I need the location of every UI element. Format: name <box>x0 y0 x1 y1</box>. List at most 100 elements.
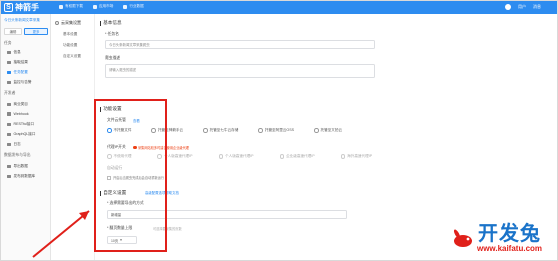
radio-circle <box>203 128 208 133</box>
topnav-item-market[interactable]: 应用市场 <box>92 4 113 9</box>
storage-radio-group: 不托管文件 托管至神箭手云 托管至七牛云存储 托管至阿里云OSS 托管至又拍云 <box>107 128 342 133</box>
radio-no-proxy[interactable]: 不使用代理 <box>107 154 131 159</box>
sidebar-item-label: 信息 <box>13 50 21 54</box>
radio-label: 托管至七牛云存储 <box>209 128 239 132</box>
top-navbar: S 神箭手 有权限下载 应用市场 行业数据 用户 消息 <box>1 1 557 14</box>
export-mode-label: * 选择需要导出的方式 <box>107 201 144 205</box>
sidebar-item-webhook[interactable]: Webhook <box>7 112 29 116</box>
radio-personal-proxy-a[interactable]: 个人版高速代理IP <box>157 154 193 159</box>
chevron-down-icon: ▾ <box>120 238 122 242</box>
config-icon <box>7 70 11 75</box>
sidebar-item-restful[interactable]: RESTful接口 <box>7 122 34 127</box>
sidebar-item-info[interactable]: 信息 <box>7 50 21 55</box>
sidebar-item-label: RESTful接口 <box>13 122 35 126</box>
message-link[interactable]: 消息 <box>533 4 541 10</box>
topnav-item-data[interactable]: 行业数据 <box>123 4 144 9</box>
section-title-basic: 基本信息 <box>100 20 122 26</box>
info-icon <box>7 50 11 55</box>
radio-circle <box>157 154 162 159</box>
auto-run-label: 自动运行 <box>107 166 123 170</box>
sidebar-group-task: 任务 <box>4 41 12 45</box>
auto-run-text: 开启后当爬虫完成后会自动重新运行 <box>113 176 164 180</box>
sidebar-item-config[interactable]: 任务配置 <box>7 70 28 75</box>
logo[interactable]: S 神箭手 <box>4 2 48 13</box>
section-title-text: 自定义设置 <box>103 190 127 195</box>
subnav-title: 云采集设置 <box>61 20 81 25</box>
section-title-function: 功能设置 <box>100 106 122 112</box>
radio-label: 海外高速代理IP <box>347 154 373 158</box>
radio-label: 不使用代理 <box>113 154 132 158</box>
radio-host-aliyun[interactable]: 托管至阿里云OSS <box>258 128 294 133</box>
radio-overseas-proxy[interactable]: 海外高速代理IP <box>340 154 373 159</box>
subnav-item-function[interactable]: 功能设置 <box>63 43 77 48</box>
description-label: 爬虫描述 <box>105 56 121 60</box>
proxy-warning-text: 采集网站较多时建议使用企业级代理 <box>138 146 189 150</box>
watermark-cn: 开发兔 <box>478 222 541 245</box>
section-bar <box>100 190 102 196</box>
market-icon <box>92 4 97 9</box>
section-bar <box>100 20 102 26</box>
top-nav-links: 有权限下载 应用市场 行业数据 <box>59 4 144 9</box>
sidebar-item-database[interactable]: 发布到数据库 <box>7 174 35 179</box>
subnav-item-basic[interactable]: 基本设置 <box>63 32 77 37</box>
sidebar-item-log[interactable]: 日志 <box>7 142 21 147</box>
graphql-icon <box>7 132 11 137</box>
logo-text: 神箭手 <box>15 3 39 12</box>
checkbox-box <box>107 175 111 180</box>
export-mode-input[interactable]: 新增量 <box>107 210 347 219</box>
radio-label: 个人版高速代理IP <box>225 154 254 158</box>
section-title-text: 功能设置 <box>103 106 122 111</box>
sidebar-item-label: GraphQL接口 <box>13 132 36 136</box>
sidebar-item-monitor[interactable]: 监控与告警 <box>7 80 31 85</box>
sidebar-item-category[interactable]: 商业类目 <box>7 102 28 107</box>
category-icon <box>7 102 11 107</box>
edit-button[interactable]: 编辑 <box>4 28 22 35</box>
file-cloud-help-link[interactable]: 查看 <box>133 118 140 123</box>
custom-help-link[interactable]: 高级配置选项帮助文档 <box>145 190 179 195</box>
task-name-input[interactable]: 今日头条新闻文章采集爬虫 <box>105 40 375 49</box>
auto-run-checkbox[interactable]: 开启后当爬虫完成后会自动重新运行 <box>107 175 164 180</box>
radio-label: 托管至又拍云 <box>320 128 343 132</box>
page-limit-select[interactable]: 10页 ▾ <box>107 236 137 244</box>
subnav-item-custom[interactable]: 自定义设置 <box>63 54 81 59</box>
webhook-icon <box>7 112 11 116</box>
avatar[interactable] <box>505 4 511 10</box>
section-title-custom: 自定义设置 <box>100 190 126 196</box>
section-bar <box>100 106 102 112</box>
data-icon <box>123 4 128 9</box>
sidebar-item-label: 日志 <box>13 142 21 146</box>
api-icon <box>7 122 11 127</box>
download-icon <box>59 4 63 9</box>
sidebar-item-label: 发布到数据库 <box>13 174 36 178</box>
sidebar-item-label: 抽取结果 <box>13 60 28 64</box>
description-input[interactable]: 请输入爬虫的描述 <box>105 64 375 78</box>
user-menu[interactable]: 用户 <box>518 4 526 10</box>
radio-no-host[interactable]: 不托管文件 <box>107 128 131 133</box>
sidebar-group-publish: 数据发布与导出 <box>4 153 31 157</box>
sidebar-item-label: 商业类目 <box>13 102 28 106</box>
radio-host-shenjianshou[interactable]: 托管至神箭手云 <box>151 128 183 133</box>
sidebar-item-export[interactable]: 导出数据 <box>7 164 28 169</box>
watermark: 开发兔 www.kaifatu.com <box>431 215 557 260</box>
radio-circle <box>107 128 112 133</box>
file-cloud-label: 文件云托管 <box>107 118 126 122</box>
radio-host-qiniu[interactable]: 托管至七牛云存储 <box>203 128 238 133</box>
watermark-text: 开发兔 www.kaifatu.com <box>477 224 542 254</box>
radio-host-upyun[interactable]: 托管至又拍云 <box>314 128 342 133</box>
sub-navigation: 云采集设置 基本设置 功能设置 自定义设置 <box>51 14 95 260</box>
radio-personal-proxy-b[interactable]: 个人版高速代理IP <box>218 154 254 159</box>
logo-mark-icon: S <box>4 3 13 12</box>
sidebar-item-results[interactable]: 抽取结果 <box>7 60 28 65</box>
more-button[interactable]: 更多 <box>24 28 48 35</box>
breadcrumb[interactable]: 今日头条新闻文章采集 <box>4 18 40 23</box>
radio-label: 托管至神箭手云 <box>157 128 184 132</box>
radio-circle <box>151 128 156 133</box>
radio-label: 托管至阿里云OSS <box>264 128 295 132</box>
gear-icon <box>55 21 59 25</box>
sidebar-group-dev: 开发者 <box>4 91 16 95</box>
topnav-item-download[interactable]: 有权限下载 <box>59 4 83 9</box>
radio-enterprise-proxy[interactable]: 企业级高速代理IP <box>279 154 315 159</box>
watermark-en: www.kaifatu.com <box>476 243 543 253</box>
task-name-label: * 任务名 <box>105 32 119 36</box>
sidebar-item-graphql[interactable]: GraphQL接口 <box>7 132 35 137</box>
